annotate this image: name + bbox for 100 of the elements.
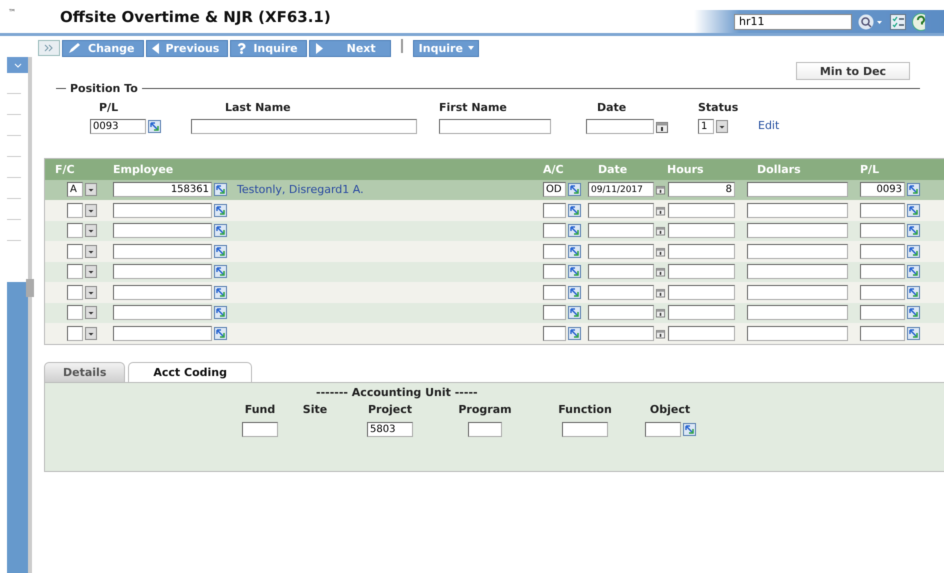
ac-field[interactable] (543, 284, 566, 300)
name-field[interactable] (439, 119, 551, 134)
dollars-field[interactable] (747, 182, 848, 198)
table-row[interactable] (45, 220, 944, 241)
lookup-icon[interactable] (907, 183, 920, 196)
dollars-field[interactable] (747, 223, 848, 238)
lookup-icon[interactable] (907, 286, 920, 299)
collapse-handle[interactable] (26, 279, 34, 297)
dropdown-icon[interactable] (85, 265, 97, 278)
hours-field[interactable] (668, 284, 735, 300)
code-field[interactable]: 5803 (367, 422, 413, 436)
date-field[interactable] (588, 244, 654, 259)
ac-field[interactable] (543, 326, 566, 341)
lookup-icon[interactable] (568, 204, 581, 217)
lookup-icon[interactable] (907, 204, 920, 217)
calendar-icon[interactable] (656, 306, 665, 320)
lookup-icon[interactable] (214, 244, 227, 258)
fc-field[interactable] (67, 223, 83, 238)
code-field[interactable] (468, 422, 502, 436)
pl-field[interactable] (860, 326, 905, 341)
dropdown-icon[interactable] (85, 286, 97, 299)
lookup-icon[interactable] (214, 306, 227, 320)
employee-field[interactable] (113, 326, 212, 341)
hours-field[interactable] (668, 305, 735, 320)
help-icon[interactable] (912, 12, 925, 30)
ac-field[interactable]: OD (543, 182, 566, 198)
pl-field[interactable] (860, 284, 905, 300)
table-row[interactable] (45, 323, 944, 344)
pl-field[interactable] (860, 264, 905, 280)
lookup-icon[interactable] (214, 326, 227, 340)
fc-field[interactable] (67, 284, 83, 300)
lookup-icon[interactable] (568, 244, 581, 258)
lookup-icon[interactable] (568, 265, 581, 278)
sidebar-dropdown[interactable] (7, 57, 28, 73)
fc-field[interactable] (67, 202, 83, 218)
fc-field[interactable] (67, 244, 83, 259)
hours-field[interactable]: 8 (668, 182, 735, 198)
edit-link[interactable]: Edit (758, 119, 780, 132)
table-row[interactable] (45, 262, 944, 282)
date-field[interactable]: 09/11/2017 (588, 182, 654, 198)
hours-field[interactable] (668, 223, 735, 238)
dollars-field[interactable] (747, 244, 848, 259)
lookup-icon[interactable] (907, 244, 920, 258)
code-field[interactable] (562, 422, 608, 436)
hours-field[interactable] (668, 264, 735, 280)
calendar-icon[interactable] (656, 224, 665, 238)
code-field[interactable] (242, 422, 278, 436)
table-row[interactable]: A 158361 Testonly, Disregard1 A. OD 09/11/2017 8 0093 (45, 180, 944, 200)
search-icon[interactable] (858, 14, 884, 30)
search-field[interactable]: hr11 (734, 14, 852, 30)
calendar-icon[interactable] (656, 265, 665, 278)
hours-field[interactable] (668, 244, 735, 259)
ac-field[interactable] (543, 264, 566, 280)
name-field[interactable] (191, 119, 417, 134)
dollars-field[interactable] (747, 326, 848, 341)
employee-field[interactable] (113, 244, 212, 259)
lookup-icon[interactable] (907, 326, 920, 340)
table-row[interactable] (45, 241, 944, 262)
pl-field[interactable]: 0093 (860, 182, 905, 198)
pl-field[interactable] (860, 202, 905, 218)
lookup-icon[interactable] (568, 183, 581, 196)
employee-field[interactable]: 158361 (113, 182, 212, 198)
lookup-icon[interactable] (907, 306, 920, 320)
dropdown-icon[interactable] (85, 183, 97, 196)
dropdown-icon[interactable] (85, 204, 97, 217)
lookup-icon[interactable] (907, 224, 920, 238)
lookup-icon[interactable] (568, 306, 581, 320)
dollars-field[interactable] (747, 264, 848, 280)
status-select[interactable]: 1 (698, 119, 714, 134)
ac-field[interactable] (543, 202, 566, 218)
employee-field[interactable] (113, 202, 212, 218)
pl-field[interactable] (860, 244, 905, 259)
lookup-icon[interactable] (214, 224, 227, 238)
tab[interactable]: Details (44, 362, 126, 382)
dropdown-icon[interactable] (85, 306, 97, 320)
code-field[interactable] (644, 422, 680, 436)
date-field[interactable] (588, 202, 654, 218)
lookup-icon[interactable] (148, 120, 161, 133)
date-field[interactable] (586, 119, 654, 134)
dollars-field[interactable] (747, 284, 848, 300)
table-row[interactable] (45, 282, 944, 302)
calendar-icon[interactable] (656, 120, 668, 133)
dropdown-icon[interactable] (716, 120, 728, 133)
dollars-field[interactable] (747, 202, 848, 218)
pl-field[interactable] (860, 305, 905, 320)
lookup-icon[interactable] (568, 326, 581, 340)
lookup-icon[interactable] (214, 204, 227, 217)
dropdown-icon[interactable] (85, 326, 97, 340)
table-row[interactable] (45, 200, 944, 220)
min-to-dec-button[interactable]: Min to Dec (796, 62, 910, 80)
ac-field[interactable] (543, 305, 566, 320)
table-row[interactable] (45, 302, 944, 323)
lookup-icon[interactable] (907, 265, 920, 278)
employee-field[interactable] (113, 305, 212, 320)
lookup-icon[interactable] (682, 422, 696, 436)
tab[interactable]: Acct Coding (128, 362, 252, 382)
dollars-field[interactable] (747, 305, 848, 320)
lookup-icon[interactable] (214, 286, 227, 299)
fc-field[interactable] (67, 326, 83, 341)
dropdown-icon[interactable] (85, 244, 97, 258)
